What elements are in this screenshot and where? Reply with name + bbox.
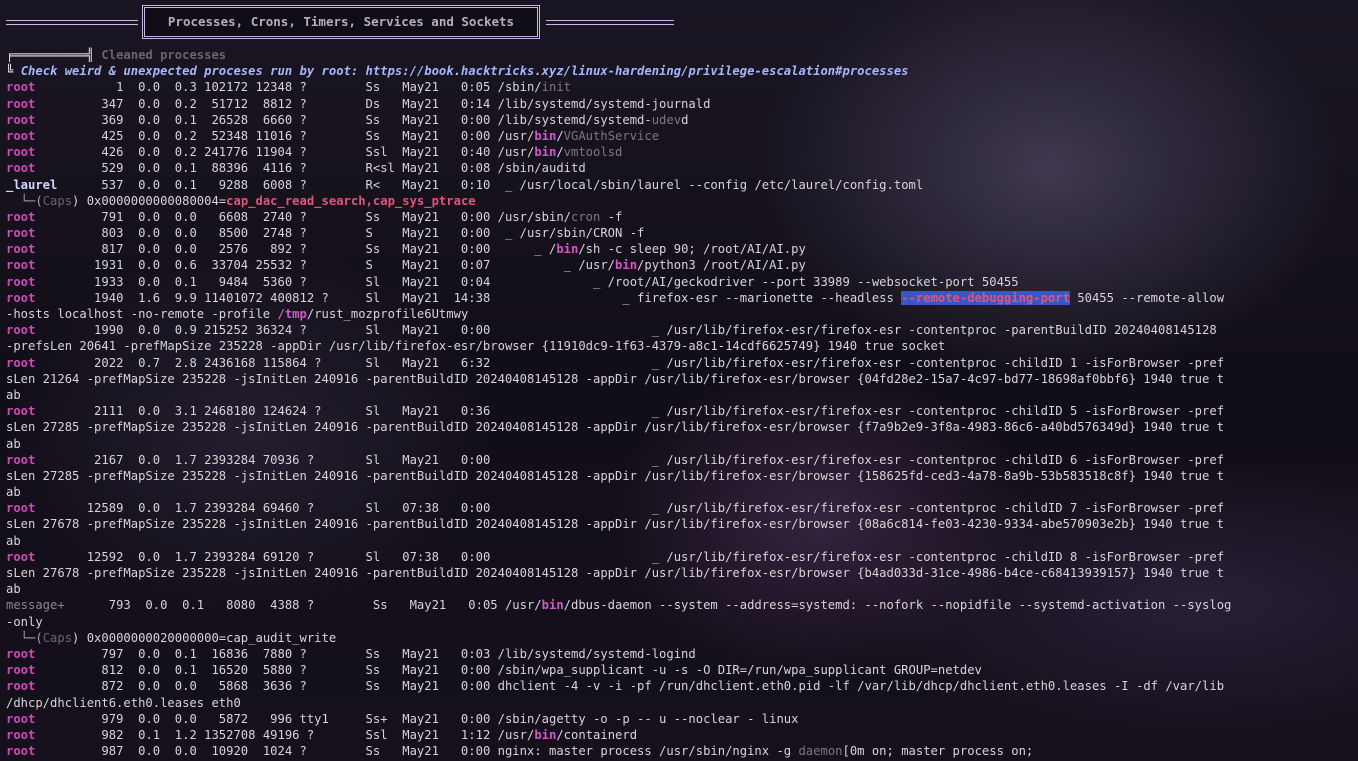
caps-row: └─(Caps) 0x0000000020000000=cap_audit_wr… [6,630,337,645]
process-row: root 425 0.0 0.2 52348 11016 ? Ss May21 … [6,128,660,143]
subsection-header: ╒══════════╣ Cleaned processes [6,48,227,62]
process-row: root 2111 0.0 3.1 2468180 124624 ? Sl Ma… [6,404,1225,419]
process-row: root 529 0.0 0.1 88396 4116 ? R<sl May21… [6,161,586,176]
process-row-continuation: -only [6,614,43,629]
process-row: root 817 0.0 0.0 2576 892 ? Ss May21 0:0… [6,242,806,257]
check-note-text: Check weird & unexpected proceses run by… [20,64,909,79]
process-row-firefox: root 1940 1.6 9.9 11401072 400812 ? Sl M… [6,290,1225,305]
process-row: root 12592 0.0 1.7 2393284 69120 ? Sl 07… [6,549,1225,564]
banner-title: Processes, Crons, Timers, Services and S… [142,5,540,39]
process-row: root 347 0.0 0.2 51712 8812 ? Ds May21 0… [6,96,711,111]
banner-rule-left [6,20,138,25]
terminal-output[interactable]: Processes, Crons, Timers, Services and S… [6,0,1352,759]
process-row: root 982 0.1 1.2 1352708 49196 ? Ssl May… [6,727,638,742]
process-row: root 12589 0.0 1.7 2393284 69460 ? Sl 07… [6,501,1225,516]
process-row: root 1 0.0 0.3 102172 12348 ? Ss May21 0… [6,80,572,95]
process-row: root 797 0.0 0.1 16836 7880 ? Ss May21 0… [6,646,696,661]
process-row: root 1933 0.0 0.1 9484 5360 ? Sl May21 0… [6,274,1019,289]
process-row-continuation: ab [6,387,21,402]
process-row: root 1990 0.0 0.9 215252 36324 ? Sl May2… [6,323,1217,338]
process-row: root 369 0.0 0.1 26528 6660 ? Ss May21 0… [6,112,689,127]
caps-row: └─(Caps) 0x0000000000080004=cap_dac_read… [6,193,476,208]
process-row-continuation: sLen 27285 -prefMapSize 235228 -jsInitLe… [6,468,1225,483]
process-row: root 812 0.0 0.1 16520 5880 ? Ss May21 0… [6,663,982,678]
process-row: message+ 793 0.0 0.1 8080 4388 ? Ss May2… [6,598,1232,613]
process-row: _laurel 537 0.0 0.1 9288 6008 ? R< May21… [6,177,924,192]
process-row: root 803 0.0 0.0 8500 2748 ? S May21 0:0… [6,226,645,241]
section-banner: Processes, Crons, Timers, Services and S… [6,0,1352,47]
process-row: root 987 0.0 0.0 10920 1024 ? Ss May21 0… [6,744,1034,759]
banner-rule-right [546,20,674,25]
process-row-continuation: -prefsLen 20641 -prefMapSize 235228 -app… [6,339,946,354]
process-row: root 791 0.0 0.0 6608 2740 ? Ss May21 0:… [6,209,623,224]
process-row: root 2022 0.7 2.8 2436168 115864 ? Sl Ma… [6,355,1225,370]
process-row: root 426 0.0 0.2 241776 11904 ? Ssl May2… [6,145,623,160]
check-note: ╚ Check weird & unexpected proceses run … [6,64,909,79]
process-row: root 1931 0.0 0.6 33704 25532 ? S May21 … [6,258,806,273]
process-row-continuation: ab [6,582,21,597]
process-row-continuation: sLen 27285 -prefMapSize 235228 -jsInitLe… [6,420,1225,435]
process-row-continuation: sLen 27678 -prefMapSize 235228 -jsInitLe… [6,566,1225,580]
process-row: root 872 0.0 0.0 5868 3636 ? Ss May21 0:… [6,679,1225,694]
remote-debugging-highlight: --remote-debugging-port [901,290,1070,305]
process-row-continuation: ab [6,485,21,500]
process-row-continuation: -hosts localhost -no-remote -profile /tm… [6,307,469,321]
process-row: root 2167 0.0 1.7 2393284 70936 ? Sl May… [6,452,1225,467]
process-row-continuation: ab [6,533,21,548]
process-row: root 979 0.0 0.0 5872 996 tty1 Ss+ May21… [6,711,799,726]
subsection-title: Cleaned processes [101,48,227,62]
process-row-continuation: sLen 21264 -prefMapSize 235228 -jsInitLe… [6,371,1225,386]
process-row-continuation: /dhcp/dhclient6.eth0.leases eth0 [6,695,241,710]
process-row-continuation: sLen 27678 -prefMapSize 235228 -jsInitLe… [6,517,1225,532]
process-row-continuation: ab [6,436,21,451]
